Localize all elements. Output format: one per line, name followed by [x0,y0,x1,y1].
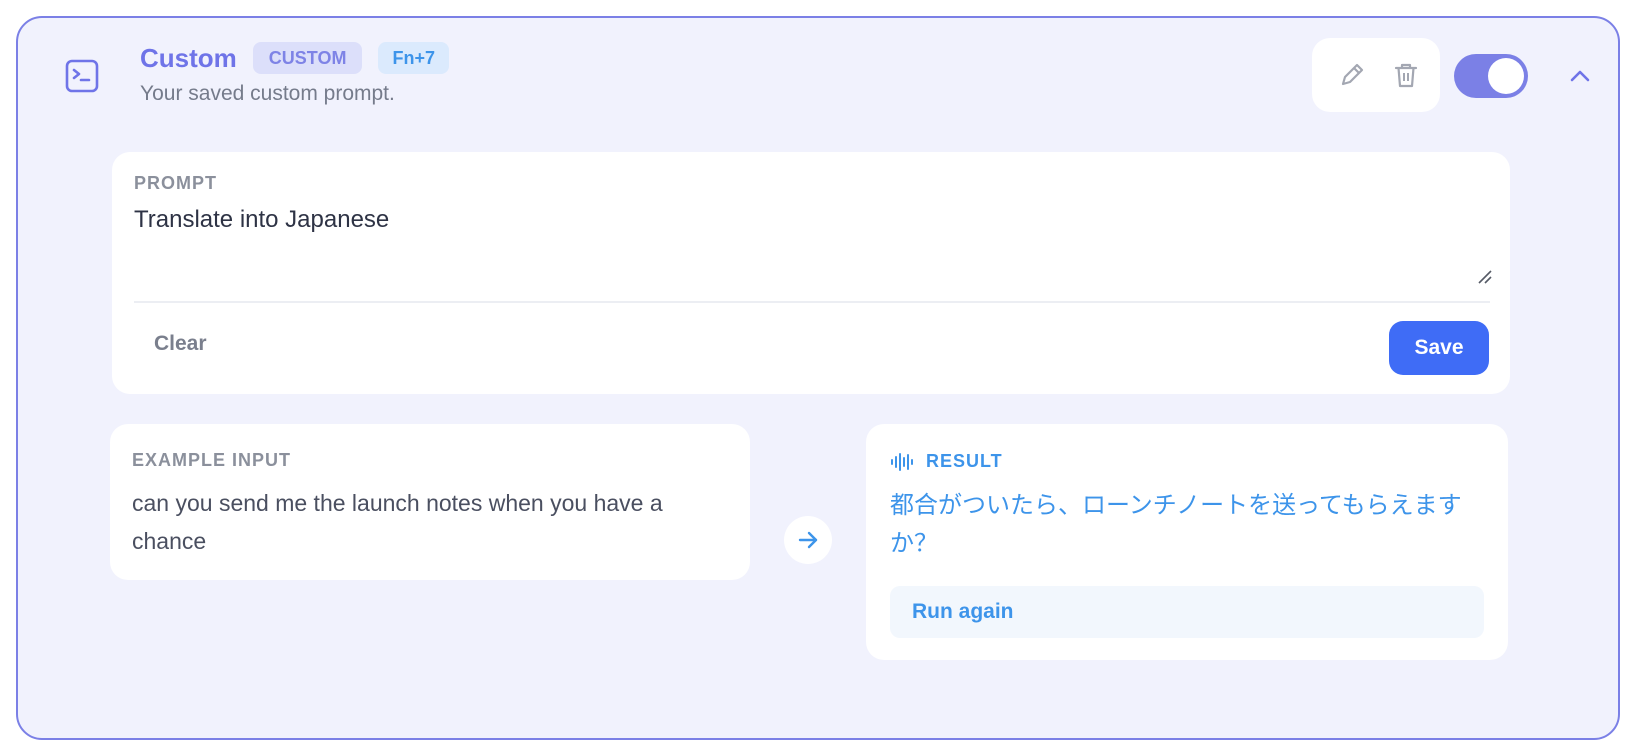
title-row: Custom CUSTOM Fn+7 [140,40,449,76]
pencil-icon[interactable] [1336,59,1368,91]
example-input-label: EXAMPLE INPUT [132,450,292,470]
run-again-button[interactable]: Run again [890,586,1484,638]
chevron-up-icon[interactable] [1566,62,1594,90]
custom-prompt-card: Custom CUSTOM Fn+7 Your saved custom pro… [16,16,1620,740]
result-text: 都合がついたら、ローンチノートを送ってもらえますか？ [890,491,1462,557]
example-input-text: can you send me the launch notes when yo… [132,490,663,554]
card-subtitle: Your saved custom prompt. [140,82,395,105]
terminal-icon [65,59,99,93]
enable-toggle[interactable] [1454,54,1528,98]
result-panel: RESULT 都合がついたら、ローンチノートを送ってもらえますか？ Run ag… [866,424,1508,660]
example-input-panel: EXAMPLE INPUT can you send me the launch… [110,424,750,580]
result-header: RESULT [890,451,1003,472]
trash-icon[interactable] [1390,59,1422,91]
clear-button[interactable]: Clear [154,332,207,356]
type-badge: CUSTOM [252,42,363,74]
shortcut-badge: Fn+7 [378,42,449,74]
prompt-textarea[interactable]: Translate into Japanese [134,206,1490,286]
result-label: RESULT [926,451,1003,471]
card-title: Custom [140,42,237,73]
prompt-panel: PROMPT Translate into Japanese Clear Sav… [112,152,1510,394]
save-button[interactable]: Save [1389,321,1489,375]
action-buttons [1312,38,1440,112]
waveform-icon [891,452,913,471]
resize-handle-icon[interactable] [1476,268,1494,286]
toggle-knob [1488,58,1524,94]
divider [134,301,1490,303]
arrow-right-icon [784,516,832,564]
run-again-label: Run again [912,600,1014,623]
prompt-label: PROMPT [134,173,218,193]
